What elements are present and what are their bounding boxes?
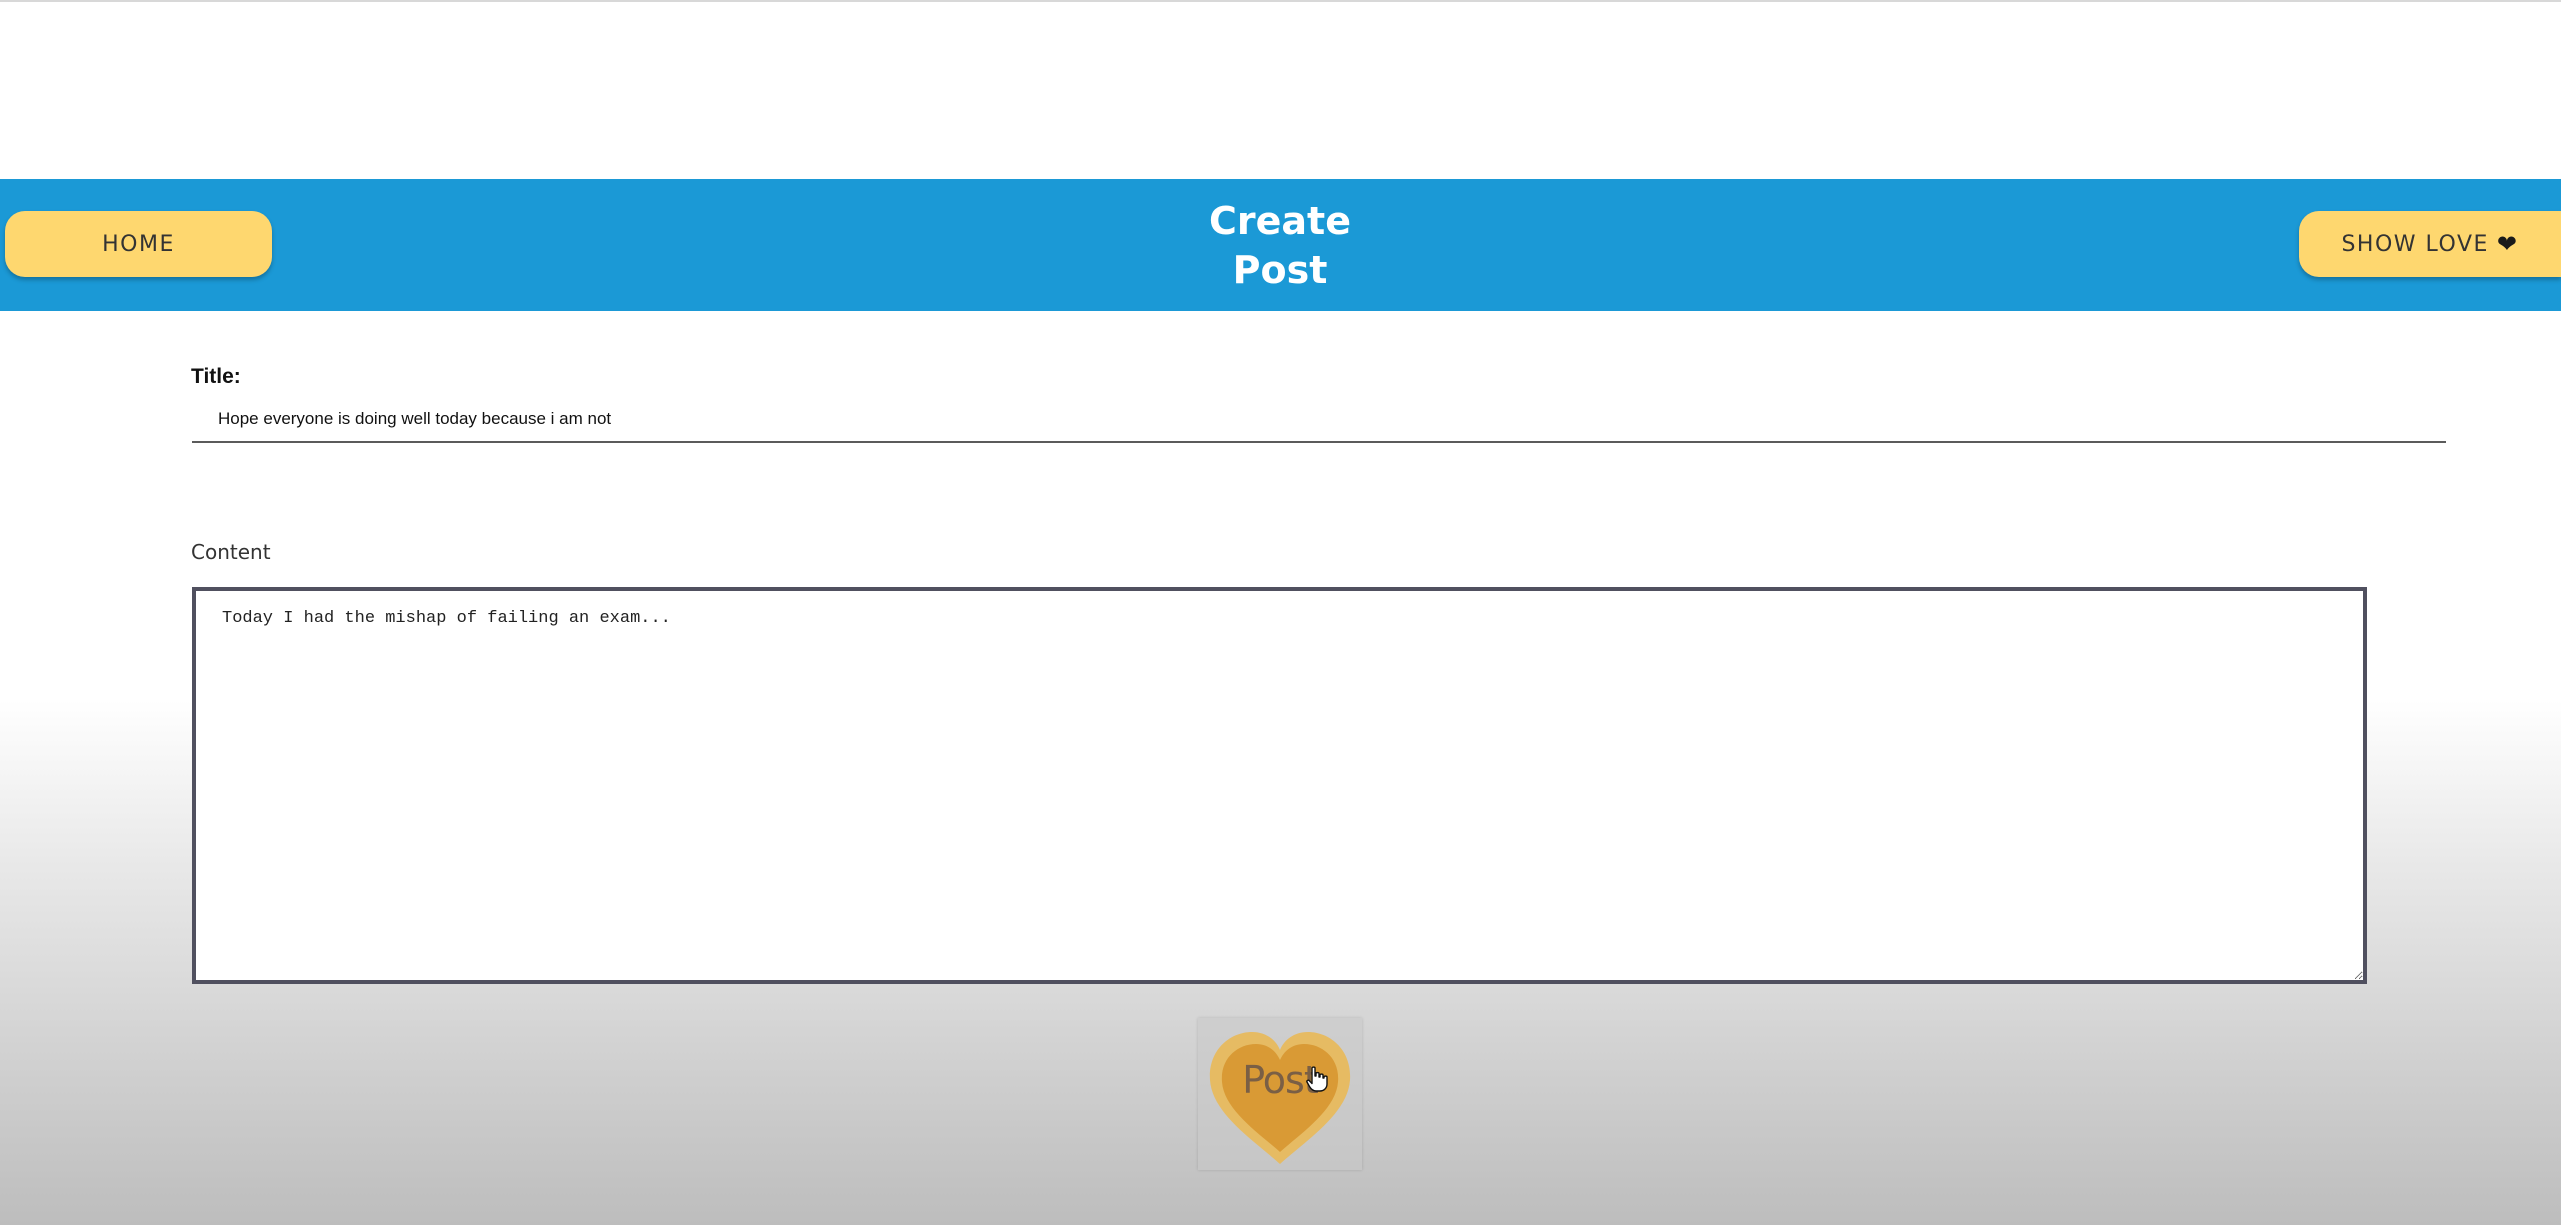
post-button[interactable]: Post xyxy=(1198,1018,1362,1170)
post-button-label: Post xyxy=(1242,1058,1319,1102)
show-love-button[interactable]: SHOW LOVE ❤ xyxy=(2299,211,2561,277)
page-title-line-2: Post xyxy=(1232,248,1328,292)
title-label: Title: xyxy=(191,365,241,388)
header-bar: HOME Create Post SHOW LOVE ❤ xyxy=(0,179,2561,311)
top-blank-area xyxy=(0,2,2561,179)
home-button[interactable]: HOME xyxy=(5,211,272,277)
title-input[interactable] xyxy=(192,396,2446,443)
hand-cursor-icon xyxy=(1306,1066,1328,1092)
content-textarea[interactable]: Today I had the mishap of failing an exa… xyxy=(192,587,2367,984)
content-label: Content xyxy=(191,540,271,564)
page-title: Create Post xyxy=(1080,197,1480,295)
home-button-label: HOME xyxy=(102,231,175,257)
show-love-label: SHOW LOVE xyxy=(2341,231,2489,257)
heart-icon: ❤ xyxy=(2496,230,2519,258)
page-title-line-1: Create xyxy=(1209,199,1351,243)
